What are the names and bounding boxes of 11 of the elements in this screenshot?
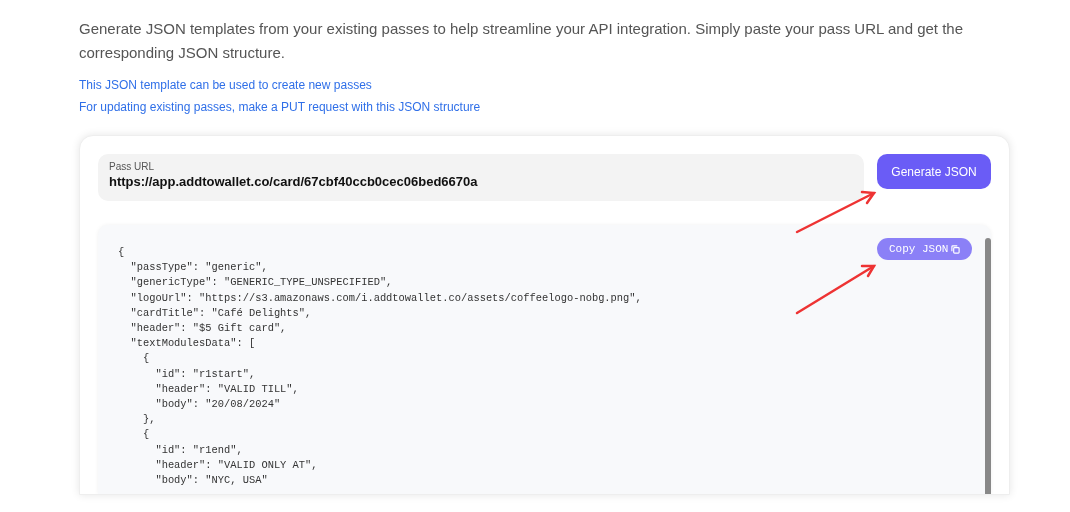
intro-paragraph: Generate JSON templates from your existing passes to help streamline your API integration. Simply paste your pass URL and get the corresponding JSON structure. [79, 19, 965, 63]
info-link[interactable]: This JSON template can be used to create new passes [79, 77, 372, 93]
scrollbar[interactable] [985, 238, 991, 494]
json-code: { "passType": "generic", "genericType": "GENERIC_TYPE_UNSPECIFIED", "logoUrl": "https://s3.amazonaws.com/i.addtowallet.co/assets/coffeelogo-nobg.png", "cardTitle": "Café Delights", "header": "$5 Gift card", "textModulesData": [ { "id": "r1start", "header": "VALID TILL", "body": "20/08/2024" }, { "id": "r1end", "header": "VALID ONLY AT", "body": "NYC, USA" [118, 245, 642, 489]
copy-icon [951, 244, 961, 254]
url-input[interactable]: https://app.addtowallet.co/card/67cbf40ccb0cec06bed6670a [109, 173, 853, 191]
pass-url-field[interactable]: Pass URL https://app.addtowallet.co/card/67cbf40ccb0cec06bed6670a [98, 154, 864, 201]
copy-json-button[interactable]: Copy JSON [877, 238, 973, 260]
field-label: Pass URL [109, 160, 155, 173]
generate-json-button[interactable]: Generate JSON [877, 154, 991, 189]
info-link[interactable]: For updating existing passes, make a PUT request with this JSON structure [79, 99, 481, 115]
